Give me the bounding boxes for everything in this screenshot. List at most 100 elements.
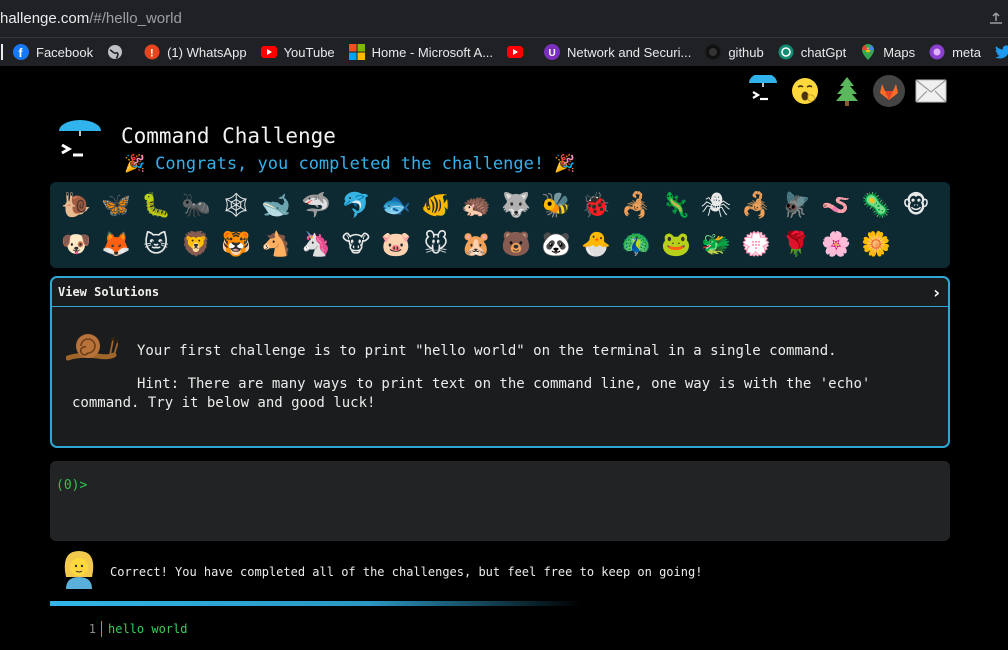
yawning-face-icon[interactable]: [788, 74, 822, 108]
bookmark-youtube[interactable]: YouTube: [255, 38, 343, 66]
challenge-animal-icon[interactable]: 🦠: [856, 186, 896, 224]
challenge-animal-icon[interactable]: 🐮: [336, 225, 376, 263]
challenge-animal-icon[interactable]: 🐬: [336, 186, 376, 224]
challenge-animal-icon[interactable]: 🌹: [776, 225, 816, 263]
line-separator: [101, 621, 102, 637]
challenge-animal-icon[interactable]: 🐛: [136, 186, 176, 224]
completed-challenges-strip: 🐌 🦋 🐛 🐜 🕸 🐋 🦈 🐬 🐟 🐠 🦔 🐺 🐝 🐞 🦂 🦎 🕷 🦂 🪰 🪱 🦠 🐵 🐶 🦊 🐱 🦁 🐯 🐴 🦄 🐮 🐷 🐭 🐹 🐻 🐼 🐣 🦚 🐸 🐲 💮…: [50, 182, 950, 268]
svg-text:U: U: [549, 48, 556, 59]
bookmark-meta[interactable]: meta: [923, 38, 989, 66]
challenge-panel: View Solutions › Your first challenge is…: [50, 276, 950, 448]
terminal-input[interactable]: (0)>: [50, 461, 950, 541]
challenge-animal-icon[interactable]: 🐹: [456, 225, 496, 263]
line-number: 1: [88, 622, 96, 636]
bookmark-github[interactable]: github: [699, 38, 771, 66]
challenge-animal-icon[interactable]: 🪰: [776, 186, 816, 224]
tree-icon[interactable]: [830, 74, 864, 108]
challenge-animal-icon[interactable]: 🦊: [96, 225, 136, 263]
gitlab-icon[interactable]: [872, 74, 906, 108]
congrats-message: 🎉 Congrats, you completed the challenge!…: [124, 154, 575, 174]
challenge-animal-icon[interactable]: 🦂: [736, 186, 776, 224]
challenge-animal-icon[interactable]: 🦈: [296, 186, 336, 224]
challenge-animal-icon[interactable]: 🌼: [856, 225, 896, 263]
challenge-animal-icon[interactable]: 🐜: [176, 186, 216, 224]
congrats-text: Congrats, you completed the challenge!: [155, 154, 545, 174]
challenge-animal-icon[interactable]: 🐞: [576, 186, 616, 224]
whatsapp-icon: !: [144, 44, 160, 60]
challenge-animal-icon[interactable]: 🐷: [376, 225, 416, 263]
bookmark-maps[interactable]: Maps: [854, 38, 923, 66]
svg-text:!: !: [150, 48, 154, 60]
page-title: Command Challenge: [121, 124, 336, 148]
url-path: /#/hello_world: [89, 10, 182, 27]
globe-icon: [107, 44, 123, 60]
bookmark-youtube-2[interactable]: [501, 38, 538, 66]
github-icon: [705, 44, 721, 60]
facebook-icon: f: [13, 44, 29, 60]
challenge-animal-icon[interactable]: 🐝: [536, 186, 576, 224]
challenge-text: Your first challenge is to print "hello …: [137, 343, 837, 359]
view-solutions-label: View Solutions: [58, 285, 160, 299]
share-icon[interactable]: [988, 10, 1004, 26]
bookmark-cutoff: [1, 44, 3, 60]
challenge-animal-icon[interactable]: 🐟: [376, 186, 416, 224]
challenge-animal-icon[interactable]: 🐼: [536, 225, 576, 263]
meta-icon: [929, 44, 945, 60]
bookmarks-bar: f Facebook ! (1) WhatsApp YouTube Home -…: [0, 38, 1008, 66]
bookmark-globe[interactable]: [101, 38, 138, 66]
challenge-animal-icon[interactable]: 🐋: [256, 186, 296, 224]
maps-icon: [860, 44, 876, 60]
twitter-icon: [994, 44, 1008, 60]
challenge-animal-icon[interactable]: 🐺: [496, 186, 536, 224]
bookmark-network-security[interactable]: U Network and Securi...: [538, 38, 699, 66]
challenge-animal-icon[interactable]: 🐭: [416, 225, 456, 263]
hint-text: Hint: There are many ways to print text …: [72, 376, 871, 411]
microsoft-icon: [348, 44, 365, 60]
challenge-animal-icon[interactable]: 🌸: [816, 225, 856, 263]
command-challenge-logo[interactable]: [56, 120, 104, 170]
bookmark-whatsapp[interactable]: ! (1) WhatsApp: [138, 38, 254, 66]
challenge-animal-icon[interactable]: 💮: [736, 225, 776, 263]
bookmark-chatgpt[interactable]: chatGpt: [772, 38, 855, 66]
terminal-output-line: 1 hello world: [82, 621, 187, 637]
woman-avatar-icon: [64, 551, 94, 589]
top-icon-bar: [746, 74, 948, 108]
url-host: hallenge.com: [0, 10, 90, 27]
challenge-animal-icon[interactable]: 🪱: [816, 186, 856, 224]
challenge-animal-icon[interactable]: 🐌: [56, 186, 96, 224]
address-field[interactable]: hallenge.com/#/hello_world: [0, 10, 182, 27]
challenge-animal-icon[interactable]: 🕸: [216, 186, 256, 224]
bookmark-twitter[interactable]: (1: [989, 38, 1008, 66]
challenge-animal-icon[interactable]: 🐶: [56, 225, 96, 263]
status-message: Correct! You have completed all of the c…: [110, 565, 703, 579]
challenge-animal-icon[interactable]: 🐠: [416, 186, 456, 224]
progress-bar: [50, 601, 581, 606]
challenge-animal-icon[interactable]: 🐴: [256, 225, 296, 263]
challenge-animal-icon[interactable]: 🐵: [896, 186, 936, 224]
challenge-animal-icon[interactable]: 🦋: [96, 186, 136, 224]
browser-url-bar[interactable]: hallenge.com/#/hello_world: [0, 0, 1008, 38]
challenge-animal-icon[interactable]: 🐱: [136, 225, 176, 263]
terminal-icon[interactable]: [746, 74, 780, 108]
challenge-animal-icon[interactable]: 🦔: [456, 186, 496, 224]
challenge-animal-icon[interactable]: 🐲: [696, 225, 736, 263]
youtube-icon: [260, 44, 277, 60]
challenge-animal-icon[interactable]: 🦂: [616, 186, 656, 224]
view-solutions-toggle[interactable]: View Solutions ›: [52, 278, 948, 307]
bookmark-facebook[interactable]: f Facebook: [7, 38, 101, 66]
challenge-animal-icon[interactable]: 🦎: [656, 186, 696, 224]
challenge-animal-icon[interactable]: 🐣: [576, 225, 616, 263]
challenge-animal-icon[interactable]: 🦄: [296, 225, 336, 263]
challenge-animal-icon[interactable]: 🐸: [656, 225, 696, 263]
bookmark-microsoft[interactable]: Home - Microsoft A...: [343, 38, 501, 66]
challenge-animal-icon[interactable]: 🦚: [616, 225, 656, 263]
party-popper-icon: 🎉: [124, 154, 146, 174]
challenge-animal-icon[interactable]: 🐯: [216, 225, 256, 263]
youtube-icon: [507, 44, 524, 60]
chatgpt-icon: [778, 44, 794, 60]
chevron-right-icon[interactable]: ›: [933, 283, 940, 302]
envelope-icon[interactable]: [914, 74, 948, 108]
challenge-animal-icon[interactable]: 🐻: [496, 225, 536, 263]
challenge-animal-icon[interactable]: 🕷: [696, 186, 736, 224]
challenge-animal-icon[interactable]: 🦁: [176, 225, 216, 263]
